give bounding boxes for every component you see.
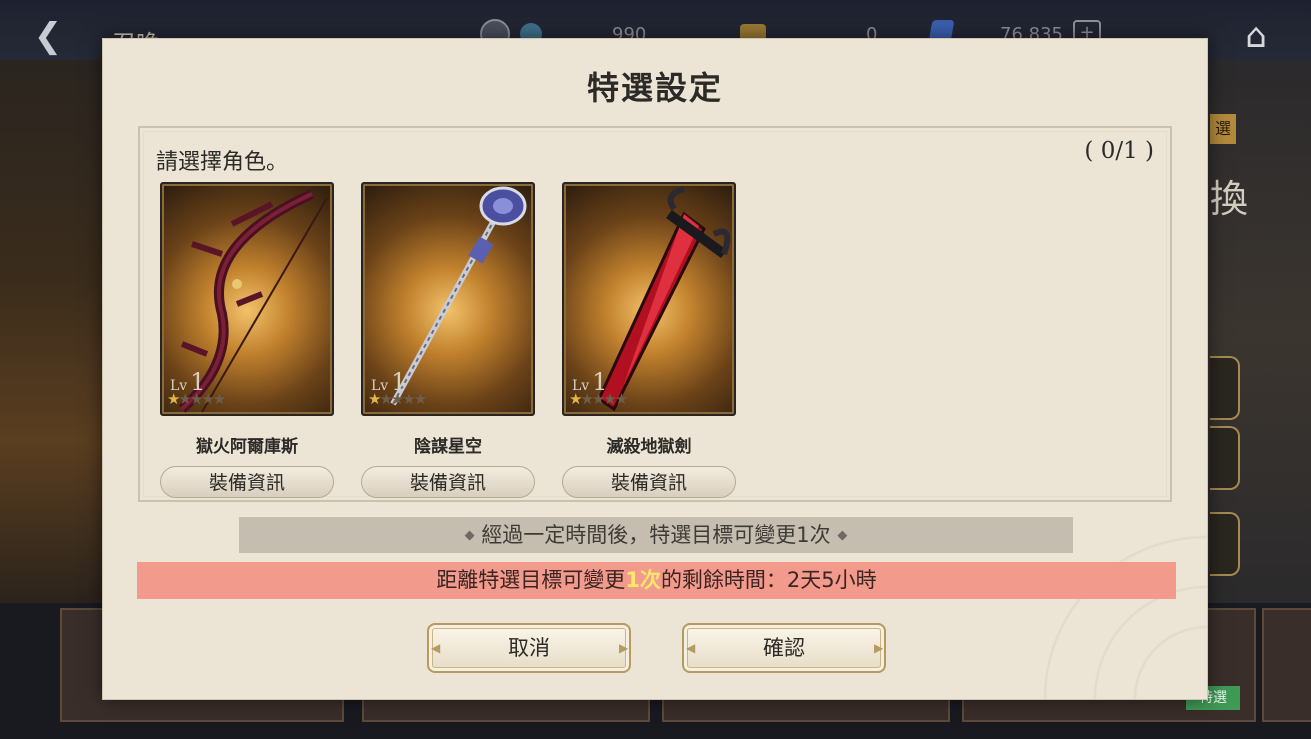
back-arrow-icon: ❮ [33, 16, 63, 56]
equipment-card-annihilation-hell-sword[interactable]: Lv 1 ★★★★★ 滅殺地獄劍 裝備資訊 [562, 182, 736, 498]
side-heading: 換 [1210, 177, 1249, 221]
equipment-name: 滅殺地獄劍 [606, 437, 692, 457]
equipment-card-hellfire-arkus[interactable]: Lv 1 ★★★★★ 獄火阿爾庫斯 裝備資訊 [160, 182, 334, 498]
side-button-2[interactable] [1210, 426, 1240, 490]
back-button[interactable]: ❮ [18, 14, 78, 58]
equipment-portrait[interactable]: Lv 1 ★★★★★ [562, 182, 736, 416]
confirm-button[interactable]: ◀ 確認 ▶ [682, 623, 886, 673]
star-rating: ★★★★★ [368, 390, 427, 408]
equipment-portrait[interactable]: Lv 1 ★★★★★ [160, 182, 334, 416]
side-tag[interactable]: 選 [1210, 114, 1236, 144]
side-button-1[interactable] [1210, 356, 1240, 420]
equipment-name: 陰謀星空 [414, 437, 482, 457]
equipment-info-button[interactable]: 裝備資訊 [361, 466, 535, 498]
selection-panel: 請選擇角色。 ( 0/1 ) Lv 1 ★★★★★ 獄火阿爾庫斯 裝備資訊 Lv… [138, 126, 1172, 502]
home-icon: ⌂ [1245, 16, 1267, 56]
featured-selection-dialog: 特選設定 請選擇角色。 ( 0/1 ) Lv 1 ★★★★★ 獄火阿爾庫斯 裝備資… [102, 38, 1208, 700]
side-button-3[interactable] [1210, 512, 1240, 576]
change-count-highlight: 1次 [625, 568, 661, 592]
banner-card-5[interactable] [1262, 608, 1311, 722]
equipment-portrait[interactable]: Lv 1 ★★★★★ [361, 182, 535, 416]
button-ornament-icon: ▶ [619, 641, 629, 655]
change-rule-note: ◆ 經過一定時間後，特選目標可變更1次 ◆ [239, 517, 1073, 553]
equipment-info-button[interactable]: 裝備資訊 [562, 466, 736, 498]
equipment-name: 獄火阿爾庫斯 [196, 437, 298, 457]
diamond-icon: ◆ [464, 528, 475, 543]
selection-counter: ( 0/1 ) [1084, 138, 1154, 164]
selection-prompt: 請選擇角色。 [156, 150, 289, 175]
button-ornament-icon: ▶ [874, 641, 884, 655]
diamond-icon: ◆ [837, 528, 848, 543]
left-background-art [0, 60, 102, 605]
dialog-title: 特選設定 [586, 69, 723, 107]
star-rating: ★★★★★ [167, 390, 226, 408]
equipment-card-conspiracy-starry-sky[interactable]: Lv 1 ★★★★★ 陰謀星空 裝備資訊 [361, 182, 535, 498]
button-ornament-icon: ◀ [431, 641, 441, 655]
button-ornament-icon: ◀ [686, 641, 696, 655]
cancel-button[interactable]: ◀ 取消 ▶ [427, 623, 631, 673]
remaining-time-bar: 距離特選目標可變更1次的剩餘時間：2天5小時 [137, 562, 1176, 599]
equipment-info-button[interactable]: 裝備資訊 [160, 466, 334, 498]
star-rating: ★★★★★ [569, 390, 628, 408]
home-button[interactable]: ⌂ [1234, 16, 1278, 56]
